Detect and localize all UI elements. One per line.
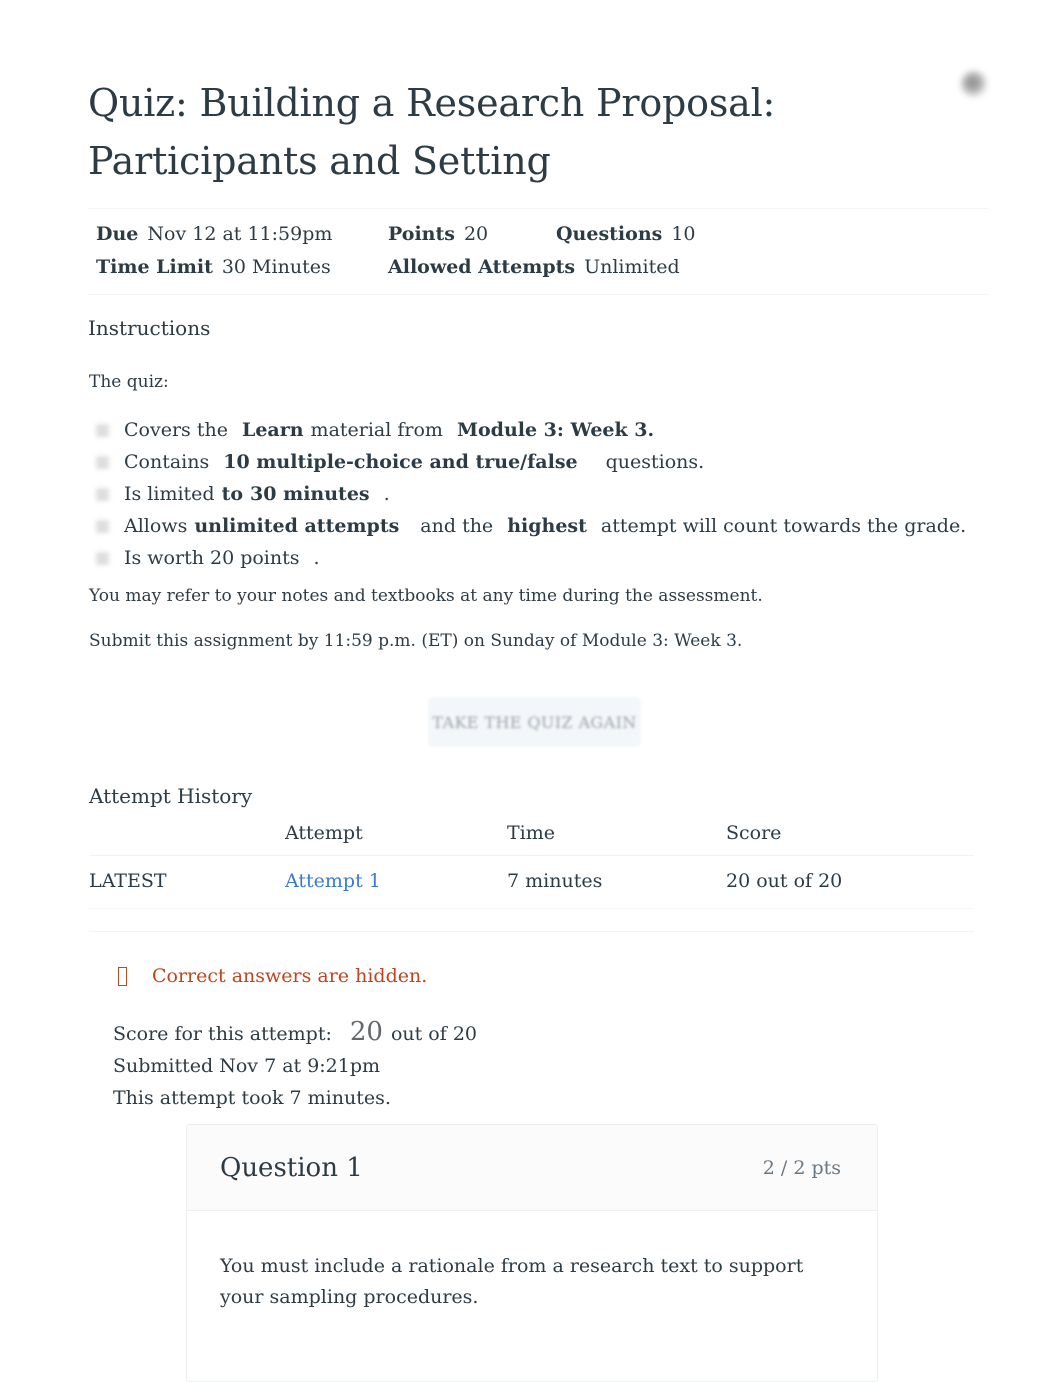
meta-points: Points 20 [388,218,556,251]
column-header-kept [89,818,285,856]
meta-row-1: Due Nov 12 at 11:59pm Points 20 Question… [88,218,988,251]
bullet-dot-icon [96,456,109,469]
score-for-attempt-line: Score for this attempt: 20 out of 20 [113,1016,477,1050]
bullet-text-plain-3: attempt will count towards the grade. [600,515,967,537]
meta-allowed-attempts: Allowed Attempts Unlimited [388,251,680,284]
bullet-text-bold: Learn [241,419,304,441]
bullet-text-bold-2: highest [507,515,587,537]
instructions-bullet-list: Covers the Learn material from Module 3: We… [89,414,969,574]
meta-time-limit: Time Limit 30 Minutes [88,251,388,284]
meta-points-value: 20 [463,223,489,245]
correct-answers-hidden-notice: Correct answers are hidden. [118,965,427,987]
instructions-intro: The quiz: [89,372,169,392]
bullet-text-bold: 10 multiple-choice and true/false [223,451,578,473]
kebab-menu-icon [961,71,987,97]
bullet-dot-icon [96,520,109,533]
score-summary: Score for this attempt: 20 out of 20 Sub… [113,1016,477,1114]
bullet-text-plain: Covers the [124,419,228,441]
meta-questions-value: 10 [671,223,696,245]
submitted-line: Submitted Nov 7 at 9:21pm [113,1055,381,1077]
attempt-1-link[interactable]: Attempt 1 [285,870,381,892]
list-item: Allows unlimited attempts and the highest at… [89,510,969,542]
meta-divider-top [88,208,988,209]
meta-due-label: Due [96,223,139,245]
meta-due-value: Nov 12 at 11:59pm [147,223,333,245]
meta-allowed-attempts-label: Allowed Attempts [388,256,576,278]
page-title: Quiz: Building a Research Proposal: Part… [88,81,776,183]
list-item: Is worth 20 points. [89,542,969,574]
meta-due: Due Nov 12 at 11:59pm [88,218,388,251]
instructions-note-submit: Submit this assignment by 11:59 p.m. (ET… [89,631,743,651]
bullet-text-plain-2: material from [310,419,443,441]
bullet-text-bold-2: Module 3: Week 3. [456,419,655,441]
instructions-heading: Instructions [88,316,211,340]
bullet-text-plain-2: 30 minutes [250,483,370,505]
instructions-note-refer: You may refer to your notes and textbook… [89,586,763,606]
bullet-text-plain-3: . [383,483,390,505]
bullet-dot-icon [96,552,109,565]
list-item: Is limited to 30 minutes. [89,478,969,510]
take-quiz-again-button[interactable]: TAKE THE QUIZ AGAIN [428,697,641,747]
bullet-text-plain: Is limited [124,483,215,505]
meta-points-label: Points [388,223,455,245]
bullet-text-bold: to [221,483,244,505]
table-header-row: Attempt Time Score [89,818,974,856]
bullet-text-plain: Is worth 20 points [124,547,300,569]
question-points: 2 / 2 pts [762,1156,841,1179]
quiz-results-page: Quiz: Building a Research Proposal: Part… [0,0,1062,1382]
column-header-score: Score [726,818,974,856]
column-header-time: Time [507,818,726,856]
bullet-text-bold: unlimited attempts [194,515,400,537]
meta-time-limit-label: Time Limit [96,256,213,278]
bullet-dot-icon [96,424,109,437]
quiz-options-menu-button[interactable] [948,58,1000,110]
score-value: 20 [349,1017,383,1047]
list-item: Covers the Learn material from Module 3: We… [89,414,969,446]
attempt-table-footer-divider [89,900,974,932]
bullet-text-plain: Contains [124,451,210,473]
meta-divider-bottom [88,294,988,295]
notice-text: Correct answers are hidden. [152,965,428,987]
question-name: Question 1 [220,1152,363,1183]
warning-tofu-icon [118,966,127,986]
column-header-attempt: Attempt [285,818,507,856]
meta-time-limit-value: 30 Minutes [221,256,331,278]
bullet-text-plain-3: questions. [605,451,705,473]
meta-allowed-attempts-value: Unlimited [584,256,680,278]
bullet-text-plain: Allows [124,515,188,537]
score-suffix: out of 20 [390,1023,477,1045]
bullet-text-plain-3: . [313,547,320,569]
question-header: Question 1 2 / 2 pts [187,1125,877,1211]
question-text: You must include a rationale from a rese… [220,1255,804,1308]
bullet-text-plain-2: and the [420,515,494,537]
attempt-history-heading: Attempt History [89,784,253,808]
attempt-history-table: Attempt Time Score LATEST Attempt 1 7 mi… [89,818,974,909]
bullet-dot-icon [96,488,109,501]
meta-row-2: Time Limit 30 Minutes Allowed Attempts U… [88,251,988,284]
score-label: Score for this attempt: [113,1023,332,1045]
question-card: Question 1 2 / 2 pts You must include a … [186,1124,878,1382]
quiz-meta-block: Due Nov 12 at 11:59pm Points 20 Question… [88,208,988,295]
meta-questions-label: Questions [556,223,663,245]
duration-line: This attempt took 7 minutes. [113,1087,391,1109]
list-item: Contains 10 multiple-choice and true/fals… [89,446,969,478]
meta-questions: Questions 10 [556,218,696,251]
